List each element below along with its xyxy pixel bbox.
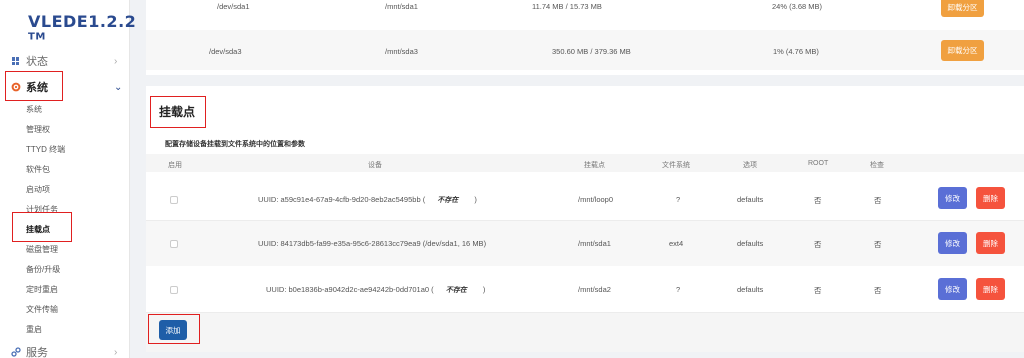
mountpoints-panel: 挂载点 配置存储设备挂载到文件系统中的位置和参数 启用 设备 挂载点 文件系统 … xyxy=(146,86,1024,352)
mount-fs: ? xyxy=(676,285,681,294)
mount-point: /mnt/sda1 xyxy=(578,239,611,248)
delete-button[interactable]: 删除 xyxy=(976,187,1005,209)
partition-device: /dev/sda3 xyxy=(209,47,242,56)
enabled-checkbox[interactable] xyxy=(170,286,178,294)
mount-root: 否 xyxy=(814,286,822,295)
link-icon xyxy=(11,347,21,357)
submenu-admin[interactable]: 管理权 xyxy=(26,124,50,136)
delete-button[interactable]: 删除 xyxy=(976,278,1005,300)
sidebar: VLEDE1.2.2 TM 状态 › 系统 ⌄ 系统 管理权 TTYD 终端 软… xyxy=(0,0,136,358)
col-device: 设备 xyxy=(368,162,382,169)
partition-usage: 1% (4.76 MB) xyxy=(773,47,819,56)
enabled-checkbox[interactable] xyxy=(170,240,178,248)
col-options: 选项 xyxy=(743,162,757,169)
mount-check: 否 xyxy=(874,196,882,205)
mount-point: /mnt/loop0 xyxy=(578,195,614,204)
highlight-box xyxy=(150,96,206,128)
section-description: 配置存储设备挂载到文件系统中的位置和参数 xyxy=(165,141,305,148)
highlight-box xyxy=(148,314,200,344)
enabled-checkbox[interactable] xyxy=(170,196,178,204)
partitions-panel: /dev/sda1 /mnt/sda1 11.74 MB / 15.73 MB … xyxy=(146,0,1024,75)
partition-usage: 24% (3.68 MB) xyxy=(772,2,823,11)
mount-fs: ext4 xyxy=(669,239,684,248)
mount-check: 否 xyxy=(874,286,882,295)
chevron-right-icon: › xyxy=(114,55,118,67)
table-footer xyxy=(146,313,1024,352)
submenu-reboot-schedule[interactable]: 定时重启 xyxy=(26,284,58,296)
mount-device: UUID: 84173db5-fa99-e35a-95c6-28613cc79e… xyxy=(258,239,487,248)
delete-button[interactable]: 删除 xyxy=(976,232,1005,254)
partition-mount: /mnt/sda1 xyxy=(385,2,418,11)
logo: VLEDE1.2.2 TM xyxy=(28,12,137,43)
partition-size: 11.74 MB / 15.73 MB xyxy=(532,2,602,11)
edit-button[interactable]: 修改 xyxy=(938,278,967,300)
col-check: 检查 xyxy=(870,162,884,169)
grid-icon xyxy=(11,56,21,66)
col-mountpoint: 挂载点 xyxy=(584,162,605,169)
submenu-file-transfer[interactable]: 文件传输 xyxy=(26,304,58,316)
mount-options: defaults xyxy=(737,239,764,248)
edit-button[interactable]: 修改 xyxy=(938,232,967,254)
unmount-button[interactable]: 卸载分区 xyxy=(941,0,984,17)
menu-services[interactable]: 服务 › xyxy=(0,341,130,358)
menu-status[interactable]: 状态 › xyxy=(0,50,130,72)
mount-device: UUID: b0e1836b-a9042d2c-ae94242b-0dd701a… xyxy=(266,285,486,294)
partition-mount: /mnt/sda3 xyxy=(385,47,418,56)
col-enabled: 启用 xyxy=(168,162,182,169)
mount-root: 否 xyxy=(814,240,822,249)
mount-device: UUID: a59c91e4-67a9-4cfb-9d20-8eb2ac5495… xyxy=(258,195,477,204)
submenu-ttyd[interactable]: TTYD 终端 xyxy=(26,144,65,156)
not-exist-label: 不存在 xyxy=(445,287,467,294)
chevron-down-icon: ⌄ xyxy=(114,81,123,93)
mount-fs: ? xyxy=(676,195,681,204)
partition-size: 350.60 MB / 379.36 MB xyxy=(552,47,631,56)
menu-status-label: 状态 xyxy=(26,56,48,68)
not-exist-label: 不存在 xyxy=(437,197,459,204)
mount-options: defaults xyxy=(737,285,764,294)
mount-options: defaults xyxy=(737,195,764,204)
partition-device: /dev/sda1 xyxy=(217,2,250,11)
submenu-reboot[interactable]: 重启 xyxy=(26,324,42,336)
chevron-right-icon: › xyxy=(114,346,118,358)
submenu-disk[interactable]: 磁盘管理 xyxy=(26,244,58,256)
submenu-packages[interactable]: 软件包 xyxy=(26,164,50,176)
submenu-system[interactable]: 系统 xyxy=(26,104,42,116)
edit-button[interactable]: 修改 xyxy=(938,187,967,209)
mount-point: /mnt/sda2 xyxy=(578,285,611,294)
mount-check: 否 xyxy=(874,240,882,249)
highlight-box xyxy=(12,212,72,242)
col-root: ROOT xyxy=(808,160,829,167)
submenu-startup[interactable]: 启动项 xyxy=(26,184,50,196)
menu-services-label: 服务 xyxy=(26,347,48,358)
col-filesystem: 文件系统 xyxy=(662,162,690,169)
highlight-box xyxy=(5,71,63,101)
unmount-button[interactable]: 卸载分区 xyxy=(941,40,984,61)
submenu-backup[interactable]: 备份/升级 xyxy=(26,264,60,276)
mount-root: 否 xyxy=(814,196,822,205)
